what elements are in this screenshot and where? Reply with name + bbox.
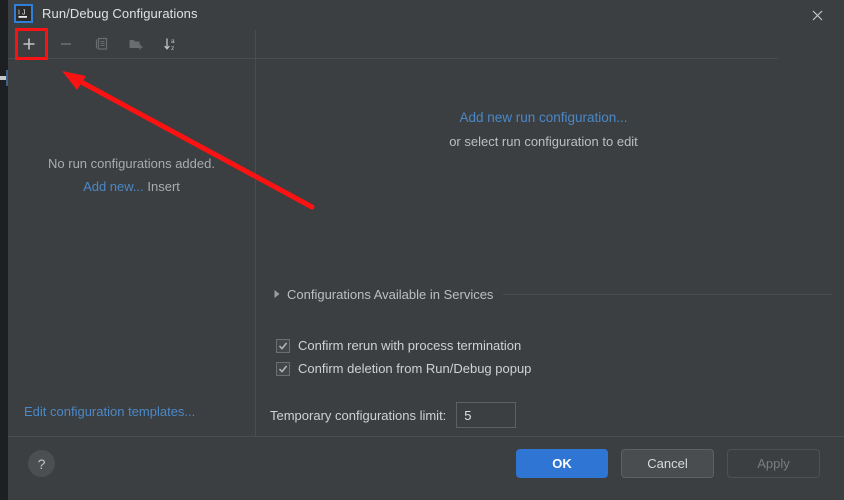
- confirm-deletion-label: Confirm deletion from Run/Debug popup: [298, 361, 532, 376]
- ok-button[interactable]: OK: [516, 449, 608, 478]
- add-configuration-button[interactable]: [16, 31, 42, 57]
- temporary-limit-input[interactable]: [456, 402, 517, 428]
- sort-alpha-icon: a z: [163, 38, 175, 52]
- plus-icon: [23, 38, 35, 50]
- empty-state-add-row: Add new... Insert: [8, 179, 255, 194]
- empty-state-message: No run configurations added.: [48, 156, 215, 171]
- check-icon: [278, 342, 288, 350]
- configurations-list-panel: No run configurations added. Add new... …: [8, 59, 255, 436]
- select-configuration-hint: or select run configuration to edit: [449, 134, 638, 149]
- run-debug-configurations-dialog: I J Run/Debug Configurations a z No run …: [0, 0, 844, 500]
- sort-configurations-button[interactable]: a z: [158, 31, 184, 57]
- copy-configuration-button: [89, 31, 115, 57]
- confirm-rerun-label: Confirm rerun with process termination: [298, 338, 522, 353]
- minus-icon: [61, 43, 71, 45]
- add-new-run-configuration-link[interactable]: Add new run configuration...: [256, 110, 831, 125]
- confirm-rerun-checkbox-row[interactable]: Confirm rerun with process termination: [276, 338, 521, 353]
- chevron-right-icon[interactable]: [270, 287, 284, 301]
- check-icon: [278, 365, 288, 373]
- configurations-toolbar: a z: [8, 30, 255, 58]
- temporary-configurations-limit-row: Temporary configurations limit:: [270, 402, 517, 428]
- close-icon[interactable]: [806, 5, 828, 25]
- confirm-deletion-checkbox[interactable]: [276, 361, 290, 376]
- add-new-link[interactable]: Add new...: [83, 179, 144, 194]
- new-folder-button: [123, 31, 149, 57]
- intellij-idea-icon: I J: [14, 4, 33, 23]
- svg-text:z: z: [171, 45, 174, 52]
- confirm-rerun-checkbox[interactable]: [276, 338, 290, 353]
- configuration-details-panel: Add new run configuration... or select r…: [256, 30, 844, 436]
- remove-configuration-button: [53, 31, 79, 57]
- services-section-header[interactable]: Configurations Available in Services: [270, 285, 832, 303]
- window-title: Run/Debug Configurations: [42, 6, 198, 21]
- svg-text:a: a: [171, 38, 175, 45]
- add-new-shortcut: Insert: [147, 179, 180, 194]
- folder-plus-icon: [129, 40, 142, 50]
- help-button[interactable]: ?: [28, 450, 55, 477]
- services-section-label[interactable]: Configurations Available in Services: [287, 287, 493, 302]
- confirm-deletion-checkbox-row[interactable]: Confirm deletion from Run/Debug popup: [276, 361, 531, 376]
- services-section-rule: [503, 293, 832, 295]
- dialog-footer: ? OK Cancel Apply: [8, 437, 844, 500]
- svg-text:J: J: [22, 10, 26, 17]
- temporary-limit-label: Temporary configurations limit:: [270, 407, 447, 423]
- cancel-button[interactable]: Cancel: [621, 449, 714, 478]
- svg-text:I: I: [18, 10, 20, 17]
- copy-icon: [95, 37, 108, 50]
- edit-configuration-templates-link[interactable]: Edit configuration templates...: [24, 404, 195, 419]
- apply-button: Apply: [727, 449, 820, 478]
- title-bar: I J Run/Debug Configurations: [8, 0, 844, 30]
